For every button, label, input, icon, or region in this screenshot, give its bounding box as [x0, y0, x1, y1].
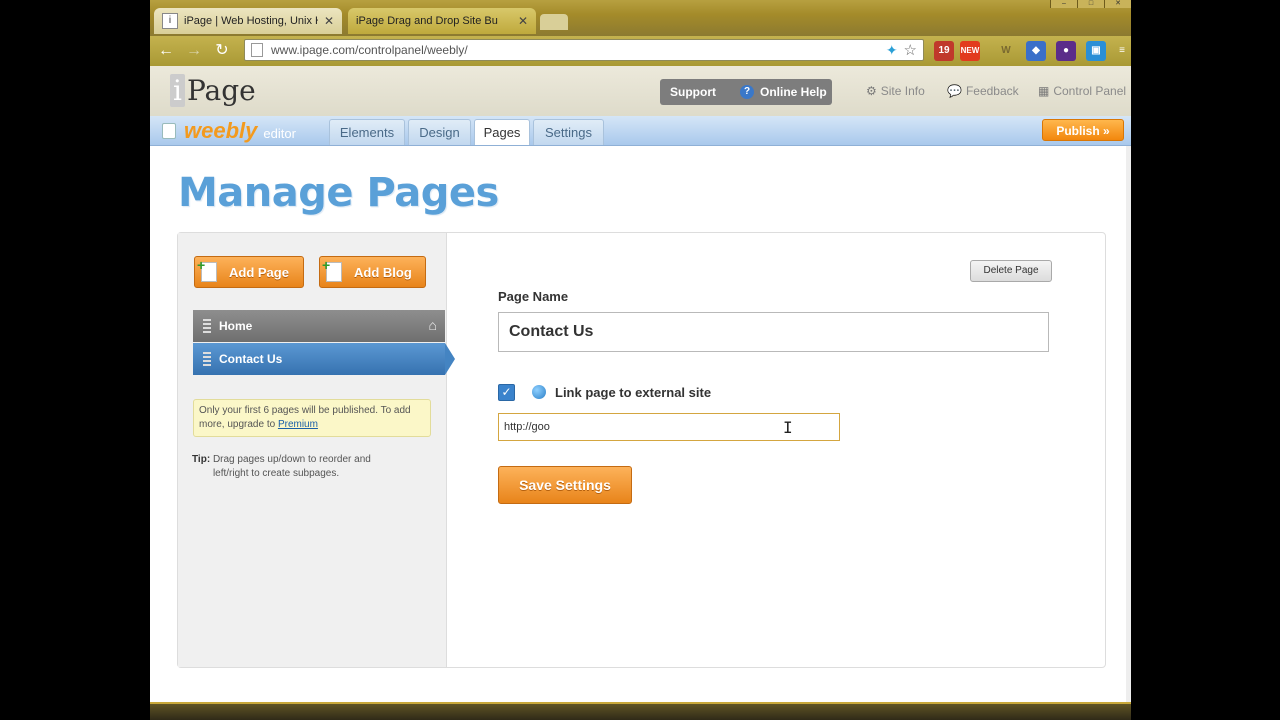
- add-page-label: Add Page: [229, 264, 289, 280]
- browser-tab-ipage-hosting[interactable]: i iPage | Web Hosting, Unix Ho ✕: [154, 8, 342, 34]
- window-controls: – □ ✕: [1050, 0, 1131, 8]
- gmail-count: 19: [938, 45, 950, 56]
- online-help-link[interactable]: Online Help: [760, 85, 827, 99]
- tab-title: iPage | Web Hosting, Unix Ho: [184, 15, 318, 27]
- tab-settings[interactable]: Settings: [533, 119, 604, 145]
- close-window-icon[interactable]: ✕: [1104, 0, 1131, 8]
- extension-icon[interactable]: ▣: [1086, 41, 1106, 61]
- add-blog-icon: [322, 257, 342, 282]
- tab-strip: i iPage | Web Hosting, Unix Ho ✕ iPage D…: [150, 0, 1131, 36]
- weebly-logo: weebly editor: [162, 118, 296, 144]
- site-info-label: Site Info: [880, 84, 925, 98]
- tab-design[interactable]: Design: [408, 119, 471, 145]
- gear-icon: ⚙: [866, 84, 877, 98]
- page-item-label: Home: [219, 319, 253, 333]
- close-tab-icon[interactable]: ✕: [518, 14, 528, 28]
- help-icon: ?: [740, 85, 754, 99]
- new-tab-button[interactable]: [540, 14, 568, 30]
- browser-toolbar: ← → ↻ www.ipage.com/controlpanel/weebly/…: [150, 36, 1131, 66]
- browser-tab-ipage-builder[interactable]: iPage Drag and Drop Site Bu ✕: [348, 8, 536, 34]
- page-name-label: Page Name: [498, 289, 569, 304]
- weebly-cup-icon: [162, 123, 176, 139]
- add-page-icon: [197, 257, 217, 282]
- extension-icon[interactable]: ◆: [1026, 41, 1046, 61]
- speech-bubble-icon: 💬: [947, 84, 962, 98]
- browser-window: i iPage | Web Hosting, Unix Ho ✕ iPage D…: [150, 0, 1131, 720]
- premium-link[interactable]: Premium: [278, 419, 318, 430]
- delete-page-button[interactable]: Delete Page: [970, 260, 1052, 282]
- tip-text: Drag pages up/down to reorder and left/r…: [212, 454, 371, 479]
- minimize-icon[interactable]: –: [1050, 0, 1077, 8]
- page-title: Manage Pages: [178, 170, 499, 216]
- add-page-button[interactable]: Add Page: [194, 256, 304, 288]
- new-badge-extension-icon[interactable]: NEW: [960, 41, 980, 61]
- reorder-tip: Tip: Drag pages up/down to reorder and l…: [192, 453, 422, 481]
- page-name-input[interactable]: [498, 312, 1049, 352]
- site-info-link[interactable]: ⚙ Site Info: [866, 84, 925, 98]
- pages-sidebar: Add Page Add Blog Home ⌂ Contact Us Only…: [178, 233, 455, 667]
- add-blog-label: Add Blog: [354, 264, 412, 280]
- menu-wrench-icon[interactable]: ≡: [1112, 41, 1131, 61]
- weebly-wordmark: weebly: [184, 118, 258, 143]
- page-item-label: Contact Us: [219, 352, 283, 366]
- control-panel-label: Control Panel: [1053, 84, 1127, 98]
- reload-icon[interactable]: ↻: [210, 39, 234, 63]
- feedback-label: Feedback: [965, 84, 1019, 98]
- twitter-icon[interactable]: ✦: [886, 42, 898, 59]
- new-badge: NEW: [960, 46, 980, 55]
- save-settings-button[interactable]: Save Settings: [498, 466, 632, 504]
- page-list-item-contact-us[interactable]: Contact Us: [193, 343, 455, 375]
- tab-elements[interactable]: Elements: [329, 119, 405, 145]
- add-blog-button[interactable]: Add Blog: [319, 256, 426, 288]
- manage-pages-area: Manage Pages Add Page Add Blog Home ⌂: [150, 146, 1131, 702]
- ipage-logo[interactable]: i Page: [170, 74, 256, 107]
- gmail-extension-icon[interactable]: 19: [934, 41, 954, 61]
- extension-icon[interactable]: ●: [1056, 41, 1076, 61]
- ipage-logo-i-icon: i: [170, 74, 185, 107]
- external-link-label: Link page to external site: [555, 385, 712, 400]
- desktop-background-strip: [150, 702, 1131, 720]
- control-panel-link[interactable]: ▦ Control Panel: [1038, 84, 1126, 98]
- letterbox-right: [1131, 0, 1280, 720]
- w-extension-icon[interactable]: W: [996, 41, 1016, 61]
- grid-icon: ▦: [1038, 84, 1050, 98]
- publish-limit-notice: Only your first 6 pages will be publishe…: [193, 399, 431, 437]
- back-arrow-icon[interactable]: ←: [154, 39, 178, 63]
- scrollbar-track[interactable]: [1126, 146, 1131, 702]
- page-icon: [251, 43, 263, 57]
- support-bar: Support ? Online Help: [660, 79, 832, 105]
- tab-title: iPage Drag and Drop Site Bu: [356, 15, 498, 27]
- text-cursor-icon: I: [783, 418, 793, 437]
- ipage-logo-text: Page: [186, 74, 256, 107]
- feedback-link[interactable]: 💬 Feedback: [947, 84, 1019, 98]
- page-settings-form: Delete Page Page Name ✓ Link page to ext…: [447, 233, 1105, 667]
- letterbox-left: [0, 0, 150, 720]
- close-tab-icon[interactable]: ✕: [324, 14, 334, 28]
- address-bar[interactable]: www.ipage.com/controlpanel/weebly/ ✦ ☆: [244, 39, 924, 61]
- drag-handle-icon[interactable]: [203, 352, 211, 366]
- manage-pages-panel: Add Page Add Blog Home ⌂ Contact Us Only…: [177, 232, 1106, 668]
- url-text: www.ipage.com/controlpanel/weebly/: [271, 43, 468, 57]
- tip-label: Tip:: [192, 454, 211, 465]
- home-icon: ⌂: [428, 317, 437, 333]
- bookmark-star-icon[interactable]: ☆: [904, 41, 917, 59]
- globe-icon: [532, 385, 546, 399]
- drag-handle-icon[interactable]: [203, 319, 211, 333]
- weebly-editor-bar: weebly editor Elements Design Pages Sett…: [150, 116, 1131, 146]
- publish-button[interactable]: Publish »: [1042, 119, 1124, 141]
- maximize-icon[interactable]: □: [1077, 0, 1104, 8]
- ipage-favicon-icon: i: [162, 13, 178, 29]
- external-link-checkbox[interactable]: ✓: [498, 384, 515, 401]
- editor-label: editor: [263, 126, 296, 141]
- forward-arrow-icon[interactable]: →: [182, 39, 206, 63]
- tab-pages[interactable]: Pages: [474, 119, 530, 145]
- ipage-header: i Page Support ? Online Help ⚙ Site Info 💬…: [150, 66, 1131, 116]
- page-list-item-home[interactable]: Home ⌂: [193, 310, 445, 342]
- support-link[interactable]: Support: [670, 85, 716, 99]
